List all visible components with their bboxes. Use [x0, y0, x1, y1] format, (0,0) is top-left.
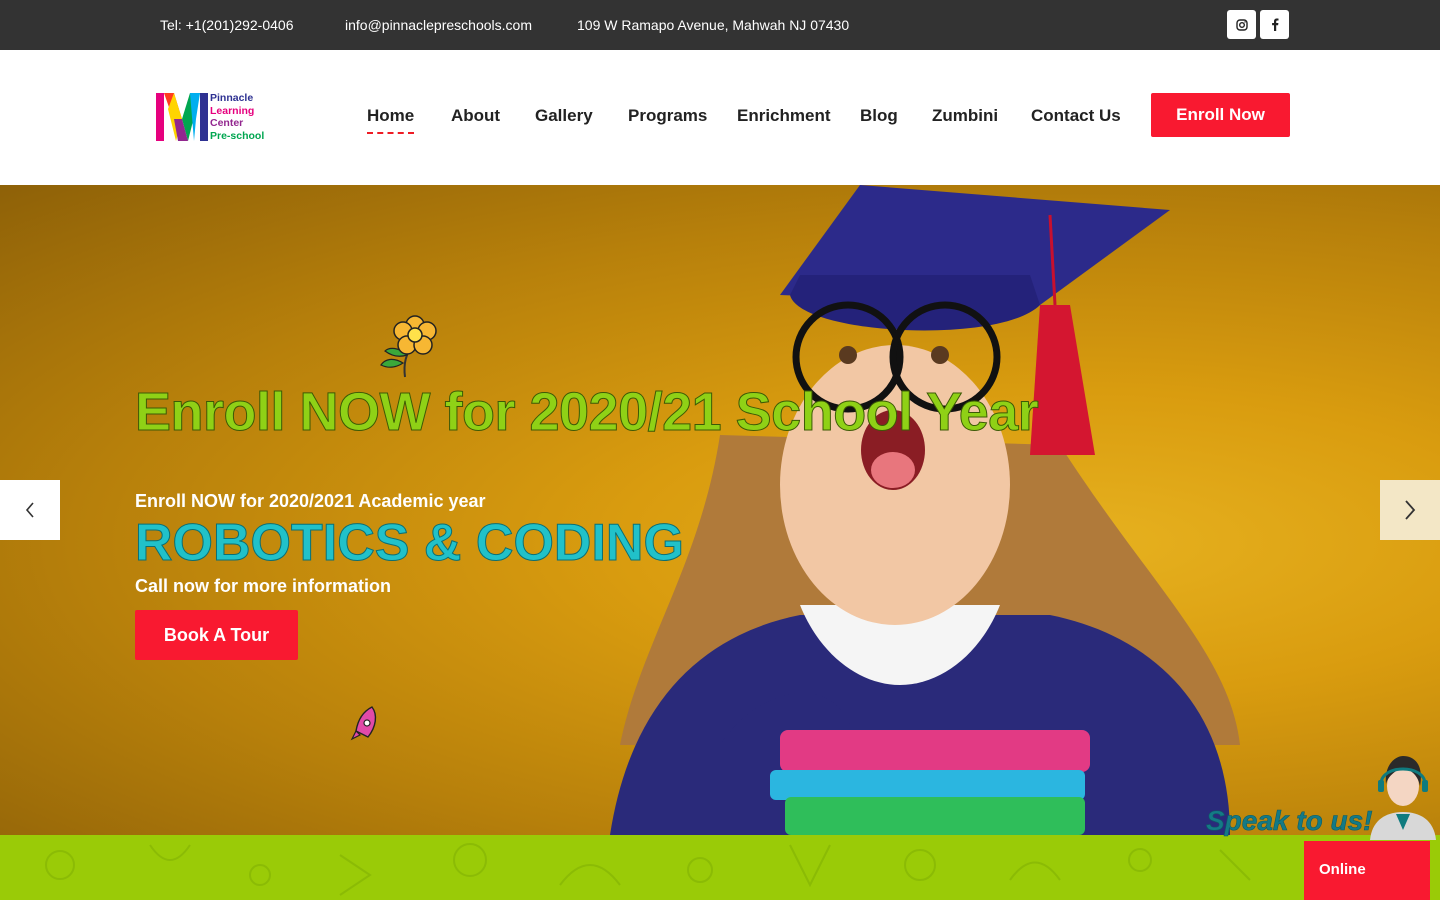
speak-to-us-text[interactable]: Speak to us!	[1206, 805, 1373, 837]
logo-line-1: Pinnacle	[210, 92, 254, 104]
nav-item-zumbini[interactable]: Zumbini	[932, 104, 998, 128]
top-bar: Tel: +1(201)292-0406 info@pinnaclepresch…	[0, 0, 1440, 50]
hero-call-text: Call now for more information	[135, 576, 392, 596]
chevron-left-icon	[25, 502, 34, 518]
phone-text[interactable]: Tel: +1(201)292-0406	[160, 0, 294, 50]
logo-line-2: Learning	[210, 104, 255, 117]
hero-highlight: ROBOTICS & CODING	[135, 514, 685, 573]
logo-text: Pinnacle Learning Center Pre-school	[210, 92, 264, 142]
nav-item-programs[interactable]: Programs	[628, 104, 707, 128]
online-status-label: Online	[1319, 861, 1366, 878]
hero-slider: Enroll NOW for 2020/21 School Year Enrol…	[0, 185, 1440, 835]
online-chat-button[interactable]: Online	[1304, 841, 1430, 900]
logo-line-3: Center	[210, 117, 244, 129]
enroll-now-button[interactable]: Enroll Now	[1151, 93, 1290, 137]
support-agent-icon[interactable]	[1366, 750, 1440, 840]
hero-title: Enroll NOW for 2020/21 School Year	[134, 382, 1039, 443]
nav-item-about[interactable]: About	[451, 104, 500, 128]
slider-next-button[interactable]	[1380, 480, 1440, 540]
nav-item-contact-us[interactable]: Contact Us	[1031, 104, 1121, 128]
section-band	[0, 835, 1440, 900]
book-a-tour-button[interactable]: Book A Tour	[135, 610, 298, 660]
logo-mark-icon	[156, 93, 208, 141]
slider-prev-button[interactable]	[0, 480, 60, 540]
hero-subtitle: Enroll NOW for 2020/2021 Academic year	[135, 491, 486, 511]
site-logo[interactable]: Pinnacle Learning Center Pre-school	[154, 89, 274, 147]
logo-line-4: Pre-school	[210, 129, 265, 142]
nav-item-blog[interactable]: Blog	[860, 104, 898, 128]
instagram-icon[interactable]	[1227, 10, 1256, 39]
facebook-icon[interactable]	[1260, 10, 1289, 39]
nav-item-gallery[interactable]: Gallery	[535, 104, 593, 128]
email-text[interactable]: info@pinnaclepreschools.com	[345, 0, 532, 50]
rocket-icon	[350, 706, 377, 741]
site-header: Pinnacle Learning Center Pre-school Home…	[0, 50, 1440, 185]
nav-item-home[interactable]: Home	[367, 104, 415, 134]
chevron-right-icon	[1405, 500, 1416, 520]
doodle-pattern	[45, 843, 1251, 896]
flower-icon	[380, 315, 437, 378]
nav-item-enrichment[interactable]: Enrichment	[737, 104, 831, 128]
address-text: 109 W Ramapo Avenue, Mahwah NJ 07430	[577, 17, 850, 33]
